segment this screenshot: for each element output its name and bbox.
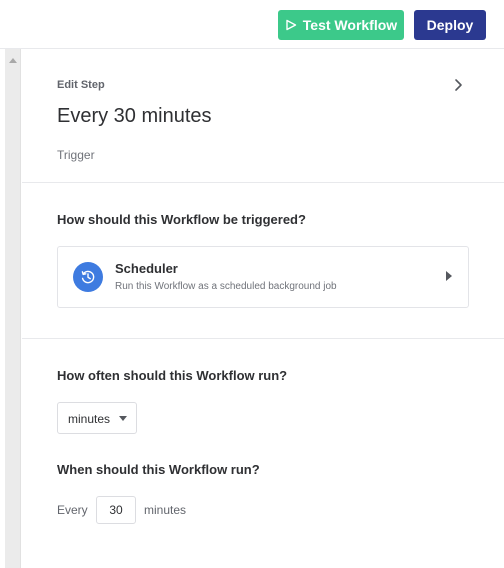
schedule-settings: How often should this Workflow run? minu… bbox=[22, 339, 504, 568]
left-scroll-gutter bbox=[0, 49, 22, 568]
step-type-label: Trigger bbox=[57, 148, 95, 162]
step-title: Every 30 minutes bbox=[57, 105, 212, 127]
every-label: Every bbox=[57, 503, 88, 517]
top-toolbar: Test Workflow Deploy bbox=[0, 0, 504, 49]
caret-right-icon bbox=[446, 271, 452, 281]
scheduler-title: Scheduler bbox=[115, 261, 178, 276]
timing-question: When should this Workflow run? bbox=[57, 462, 260, 477]
scheduler-trigger-card[interactable]: Scheduler Run this Workflow as a schedul… bbox=[57, 246, 469, 308]
play-icon bbox=[285, 19, 297, 31]
test-workflow-label: Test Workflow bbox=[302, 17, 398, 33]
step-header: Edit Step Every 30 minutes Trigger bbox=[22, 49, 504, 183]
trigger-question: How should this Workflow be triggered? bbox=[57, 212, 306, 227]
scheduler-description: Run this Workflow as a scheduled backgro… bbox=[115, 281, 337, 292]
edit-step-label: Edit Step bbox=[57, 79, 105, 91]
trigger-section: How should this Workflow be triggered? S… bbox=[22, 183, 504, 339]
deploy-label: Deploy bbox=[426, 17, 474, 33]
test-workflow-button[interactable]: Test Workflow bbox=[278, 10, 404, 40]
frequency-select[interactable]: minutes bbox=[57, 402, 137, 434]
frequency-question: How often should this Workflow run? bbox=[57, 368, 288, 383]
frequency-select-value: minutes bbox=[68, 412, 111, 426]
deploy-button[interactable]: Deploy bbox=[414, 10, 486, 40]
scrollbar-track[interactable] bbox=[5, 49, 21, 568]
caret-down-icon bbox=[119, 416, 127, 421]
interval-unit-label: minutes bbox=[144, 503, 187, 517]
chevron-right-icon[interactable] bbox=[452, 78, 464, 92]
clock-refresh-icon bbox=[73, 262, 103, 292]
interval-input[interactable] bbox=[96, 496, 136, 524]
scroll-up-arrow-icon[interactable] bbox=[9, 58, 17, 63]
edit-step-panel: Edit Step Every 30 minutes Trigger How s… bbox=[22, 49, 504, 568]
